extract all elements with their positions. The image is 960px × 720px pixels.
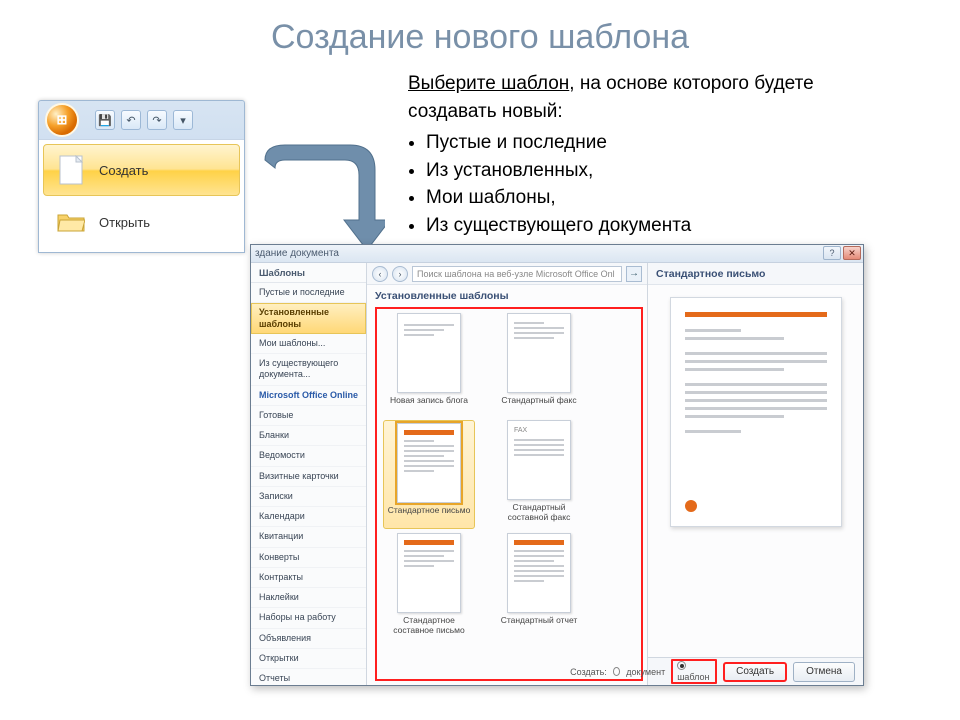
open-folder-icon [57, 206, 85, 238]
radio-template[interactable] [677, 661, 686, 670]
sidebar-item[interactable]: Конверты [251, 548, 366, 568]
menu-item-label: Создать [99, 163, 148, 178]
menu-item-label: Открыть [99, 215, 150, 230]
quick-access-toolbar: ⊞ 💾 ↶ ↷ ▾ [39, 101, 244, 139]
nav-forward-icon[interactable]: › [392, 266, 408, 282]
close-icon[interactable]: ✕ [843, 246, 861, 260]
sidebar-item[interactable]: Наборы на работу [251, 608, 366, 628]
new-document-dialog: здание документа ? ✕ Шаблоны Пустые и по… [250, 244, 864, 686]
sidebar-item-installed[interactable]: Установленные шаблоны [251, 303, 366, 334]
sidebar-item[interactable]: Отчеты [251, 669, 366, 685]
create-button[interactable]: Создать [723, 662, 787, 682]
preview-title: Стандартное письмо [648, 263, 863, 285]
sidebar-item[interactable]: Пустые и последние [251, 283, 366, 303]
undo-icon[interactable]: ↶ [121, 110, 141, 130]
template-gallery-pane: ‹ › Поиск шаблона на веб-узле Microsoft … [367, 263, 648, 685]
template-item[interactable]: FAX Стандартный составной факс [493, 420, 585, 529]
template-category-sidebar: Шаблоны Пустые и последние Установленные… [251, 263, 367, 685]
template-item[interactable]: Новая запись блога [383, 313, 475, 416]
template-gallery: Новая запись блога Стандартный факс Стан… [375, 307, 643, 681]
sidebar-item[interactable]: Контракты [251, 568, 366, 588]
sidebar-item[interactable]: Открытки [251, 649, 366, 669]
save-icon[interactable]: 💾 [95, 110, 115, 130]
sidebar-header: Шаблоны [251, 265, 366, 283]
sidebar-item[interactable]: Записки [251, 487, 366, 507]
create-as-label: Создать: [570, 667, 607, 677]
template-item-selected[interactable]: Стандартное письмо [383, 420, 475, 529]
preview-pane: Стандартное письмо Создать: документ [648, 263, 863, 685]
slide-title: Создание нового шаблона [0, 0, 960, 61]
nav-back-icon[interactable]: ‹ [372, 266, 388, 282]
menu-item-new[interactable]: Создать [43, 144, 240, 196]
search-go-icon[interactable]: → [626, 266, 642, 282]
dialog-footer: Создать: документ шаблон Создать Отмена [648, 657, 863, 685]
help-icon[interactable]: ? [823, 246, 841, 260]
sidebar-item[interactable]: Мои шаблоны... [251, 334, 366, 354]
template-item[interactable]: Стандартный факс [493, 313, 585, 416]
redo-icon[interactable]: ↷ [147, 110, 167, 130]
sidebar-item-online[interactable]: Microsoft Office Online [251, 386, 366, 406]
sidebar-item[interactable]: Календари [251, 507, 366, 527]
gallery-header: Установленные шаблоны [367, 285, 647, 307]
sidebar-item[interactable]: Визитные карточки [251, 467, 366, 487]
search-input[interactable]: Поиск шаблона на веб-узле Microsoft Offi… [412, 266, 622, 282]
sidebar-item[interactable]: Объявления [251, 629, 366, 649]
sidebar-item[interactable]: Готовые [251, 406, 366, 426]
template-item[interactable]: Стандартный отчет [493, 533, 585, 636]
sidebar-item[interactable]: Квитанции [251, 527, 366, 547]
office-button[interactable]: ⊞ [45, 103, 79, 137]
customize-icon[interactable]: ▾ [173, 110, 193, 130]
arrow-icon [255, 140, 385, 252]
sidebar-item[interactable]: Бланки [251, 426, 366, 446]
sidebar-item[interactable]: Из существующего документа... [251, 354, 366, 386]
office-menu: ⊞ 💾 ↶ ↷ ▾ Создать Открыть [38, 100, 245, 253]
cancel-button[interactable]: Отмена [793, 662, 855, 682]
menu-item-open[interactable]: Открыть [43, 196, 240, 248]
instruction-text: Выберите шаблон, на основе которого буде… [408, 70, 848, 239]
radio-document[interactable] [613, 667, 620, 676]
sidebar-item[interactable]: Ведомости [251, 446, 366, 466]
sidebar-item[interactable]: Наклейки [251, 588, 366, 608]
preview-page [670, 297, 842, 527]
new-doc-icon [57, 154, 85, 186]
dialog-titlebar: здание документа ? ✕ [251, 245, 863, 263]
template-item[interactable]: Стандартное составное письмо [383, 533, 475, 636]
